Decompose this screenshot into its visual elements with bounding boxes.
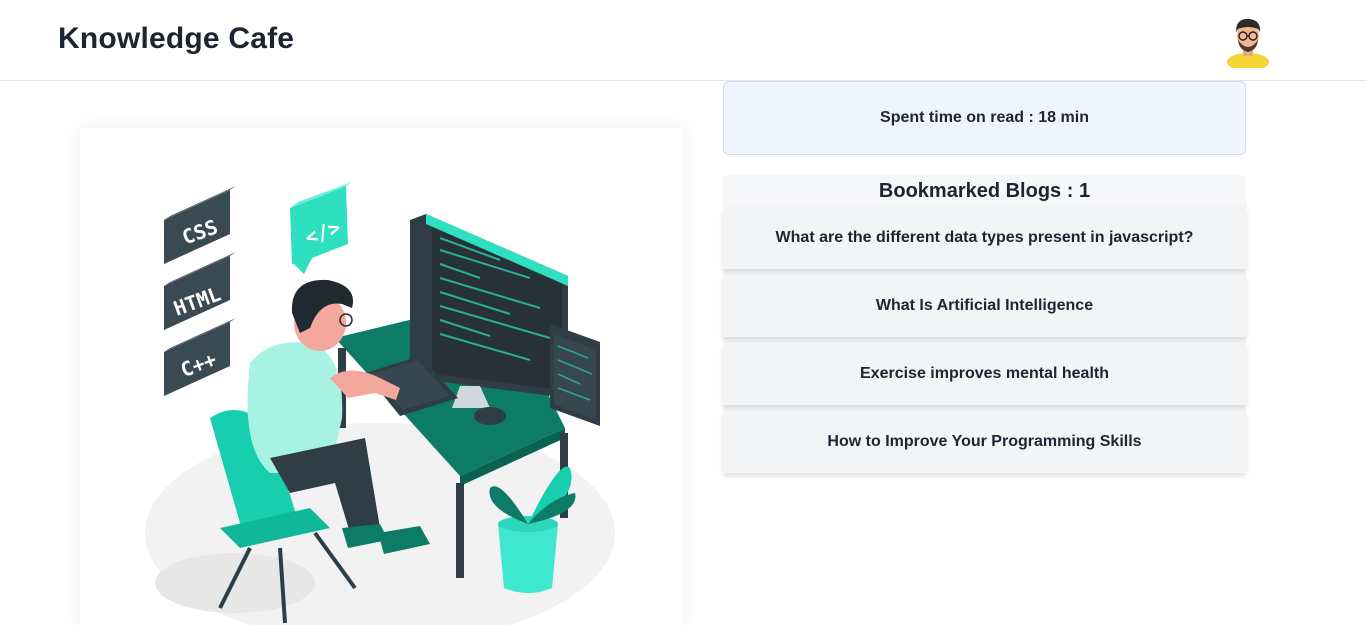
sidebar: Spent time on read : 18 min Bookmarked B… — [723, 81, 1246, 479]
cpp-badge: C++ — [164, 318, 236, 396]
navbar: Knowledge Cafe — [0, 0, 1366, 81]
profile-avatar-icon[interactable] — [1224, 12, 1272, 71]
bookmark-item[interactable]: What Is Artificial Intelligence — [723, 275, 1246, 337]
html-badge: HTML — [164, 252, 236, 330]
developer-illustration: CSS HTML C++ </> — [145, 182, 615, 625]
blog-card: CSS HTML C++ </> — [80, 128, 683, 625]
bookmark-item[interactable]: How to Improve Your Programming Skills — [723, 411, 1246, 473]
bookmark-item[interactable]: Exercise improves mental health — [723, 343, 1246, 405]
bookmark-title: What Is Artificial Intelligence — [875, 297, 1094, 314]
bookmarks-title: Bookmarked Blogs : 1 — [878, 179, 1091, 202]
code-bubble-icon: </> — [290, 182, 352, 274]
css-badge: CSS — [164, 186, 236, 264]
bookmark-title: How to Improve Your Programming Skills — [827, 433, 1142, 450]
site-title: Knowledge Cafe — [58, 22, 295, 55]
bookmarks-panel: Bookmarked Blogs : 1 What are the differ… — [723, 175, 1246, 473]
bookmark-item[interactable]: What are the different data types presen… — [723, 207, 1246, 269]
bookmark-title: What are the different data types presen… — [775, 229, 1194, 246]
bookmark-title: Exercise improves mental health — [860, 365, 1109, 382]
spent-time-label: Spent time on read : 18 min — [880, 109, 1089, 126]
spent-time-card: Spent time on read : 18 min — [723, 81, 1246, 155]
